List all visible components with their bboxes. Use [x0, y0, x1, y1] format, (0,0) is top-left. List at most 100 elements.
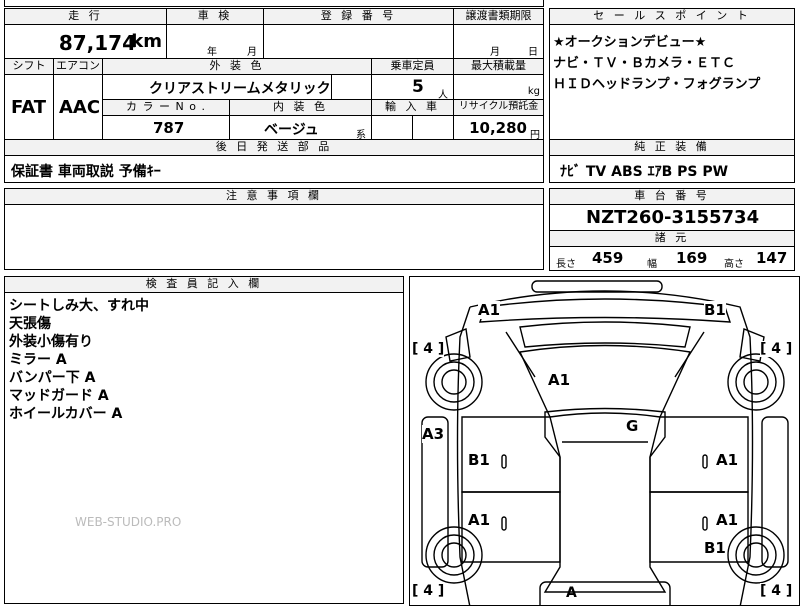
inspector-line-7: ホイールカバー A: [9, 406, 123, 422]
windshield: [518, 344, 692, 418]
capacity-cell: 5 人: [371, 74, 454, 101]
recycle-cell: 10,280 円: [453, 115, 544, 141]
tire-depth-rear-right: [ 4 ]: [760, 583, 793, 599]
shift-value: FAT: [11, 97, 47, 118]
inspector-line-6: マッドガード A: [9, 388, 109, 404]
inspector-cell: シートしみ大、すれ中 天張傷 外装小傷有り ミラー A バンパー下 A マッドガ…: [4, 292, 404, 604]
interior-color-value: ベージュ: [264, 122, 319, 138]
mileage-unit: km: [131, 31, 162, 52]
left-front-handle: [501, 454, 507, 469]
height-value: 147: [756, 249, 788, 267]
length-value: 459: [592, 249, 624, 267]
exterior-color-extra-cell: [331, 74, 372, 100]
aircon-cell: AAC: [53, 74, 103, 140]
car-diagram-panel: A1 B1 A1 G A3 B1 A1 A1 A1 B1 A [ 4 ] [ 4…: [409, 276, 800, 606]
inspector-line-3: 外装小傷有り: [9, 334, 93, 350]
right-side-skirt: [761, 416, 789, 568]
shift-header: シフト: [4, 58, 54, 75]
import-cell-b: [412, 115, 454, 140]
cowl-line: [505, 331, 705, 378]
chassis-value: NZT260-3155734: [586, 207, 760, 228]
inspection-cell: 年 月: [166, 24, 264, 59]
damage-mark-rear-right: B1: [704, 539, 726, 557]
max-load-unit: kg: [527, 86, 540, 97]
car-body-outline: [456, 290, 754, 605]
max-load-header: 最大積載量: [453, 58, 544, 75]
right-rear-handle: [702, 516, 708, 531]
width-value: 169: [676, 249, 708, 267]
sales-point-line-1: ★オークションデビュー★: [553, 35, 707, 50]
post-shipping-value: 保証書 車両取説 予備ｷｰ: [11, 164, 161, 180]
chassis-header: 車 台 番 号: [549, 188, 795, 205]
exterior-color-cell: クリアストリームメタリック: [102, 74, 332, 100]
inspector-line-5: バンパー下 A: [9, 370, 96, 386]
tire-depth-front-left: [ 4 ]: [412, 341, 445, 357]
max-load-cell: kg: [453, 74, 544, 100]
import-cell-a: [371, 115, 413, 140]
sales-point-line-2: ナビ・ＴＶ・Ｂカメラ・ＥＴＣ: [553, 56, 736, 71]
transfer-month-unit: 月: [490, 47, 500, 58]
hood-inner: [519, 321, 691, 348]
inspection-month-unit: 月: [247, 47, 257, 58]
aircon-value: AAC: [59, 97, 101, 118]
transfer-deadline-cell: 月 日: [453, 24, 544, 59]
rear-bumper: [539, 581, 671, 605]
genuine-equipment-value: ﾅﾋﾞ TV ABS ｴｱB PS PW: [560, 164, 729, 180]
damage-mark-front-left: A1: [478, 301, 501, 319]
capacity-value: 5: [412, 77, 424, 97]
top-cut-row: [4, 0, 544, 7]
damage-mark-rear: A: [566, 585, 577, 601]
damage-mark-left-rear-door: A1: [468, 511, 491, 529]
damage-mark-left-front-door: B1: [468, 451, 490, 469]
exterior-color-value: クリアストリームメタリック: [149, 81, 331, 97]
front-bumper-strip: [531, 280, 663, 293]
sales-point-line-3: ＨＩＤヘッドランプ・フォグランプ: [553, 77, 761, 92]
width-label: 幅: [647, 259, 657, 270]
inspector-line-1: シートしみ大、すれ中: [9, 298, 149, 314]
dimensions-cell: 長さ 459 幅 169 高さ 147: [549, 246, 795, 271]
inspector-line-4: ミラー A: [9, 352, 67, 368]
mileage-cell: 87,174 km: [4, 24, 167, 59]
watermark: WEB-STUDIO.PRO: [75, 515, 182, 529]
recycle-header: リサイクル預託金: [453, 99, 544, 116]
recycle-value: 10,280: [469, 119, 527, 137]
tire-depth-front-right: [ 4 ]: [760, 341, 793, 357]
chassis-cell: NZT260-3155734: [549, 204, 795, 231]
post-shipping-header: 後 日 発 送 部 品: [4, 139, 544, 156]
car-diagram: [421, 280, 789, 605]
color-no-cell: 787: [102, 115, 230, 140]
hood-outline: [479, 298, 731, 323]
notes-cell: [4, 204, 544, 270]
genuine-equipment-header: 純 正 装 備: [549, 139, 795, 156]
height-label: 高さ: [724, 259, 744, 270]
tire-depth-rear-left: [ 4 ]: [412, 583, 445, 599]
roof-outline: [543, 407, 667, 593]
inspector-line-2: 天張傷: [9, 316, 51, 332]
mileage-value: 87,174: [58, 31, 136, 55]
damage-mark-right-front-door: A1: [716, 451, 739, 469]
left-rear-handle: [501, 516, 507, 531]
length-label: 長さ: [556, 259, 576, 270]
exterior-color-header: 外 装 色: [102, 58, 372, 75]
color-no-value: 787: [153, 119, 185, 137]
right-front-handle: [702, 454, 708, 469]
aircon-header: エアコン: [53, 58, 103, 75]
notes-header: 注 意 事 項 欄: [4, 188, 544, 205]
damage-mark-left-skirt: A3: [422, 425, 445, 443]
inspection-header: 車 検: [166, 8, 264, 25]
damage-mark-hood: A1: [548, 371, 571, 389]
mileage-header: 走 行: [4, 8, 167, 25]
transfer-deadline-header: 譲渡書類期限: [453, 8, 544, 25]
registration-cell: [263, 24, 454, 59]
interior-color-cell: ベージュ 系: [229, 115, 372, 141]
sales-points-header: セ ー ル ス ポ イ ン ト: [549, 8, 795, 25]
sales-points-cell: ★オークションデビュー★ ナビ・ＴＶ・Ｂカメラ・ＥＴＣ ＨＩＤヘッドランプ・フォ…: [549, 24, 795, 140]
damage-mark-glass: G: [626, 417, 639, 435]
inspection-year-unit: 年: [207, 47, 217, 58]
import-header: 輸 入 車: [371, 99, 454, 116]
shift-cell: FAT: [4, 74, 54, 140]
dimensions-header: 諸 元: [549, 230, 795, 247]
damage-mark-right-rear-door: A1: [716, 511, 739, 529]
damage-mark-front-right: B1: [704, 301, 726, 319]
registration-header: 登 録 番 号: [263, 8, 454, 25]
